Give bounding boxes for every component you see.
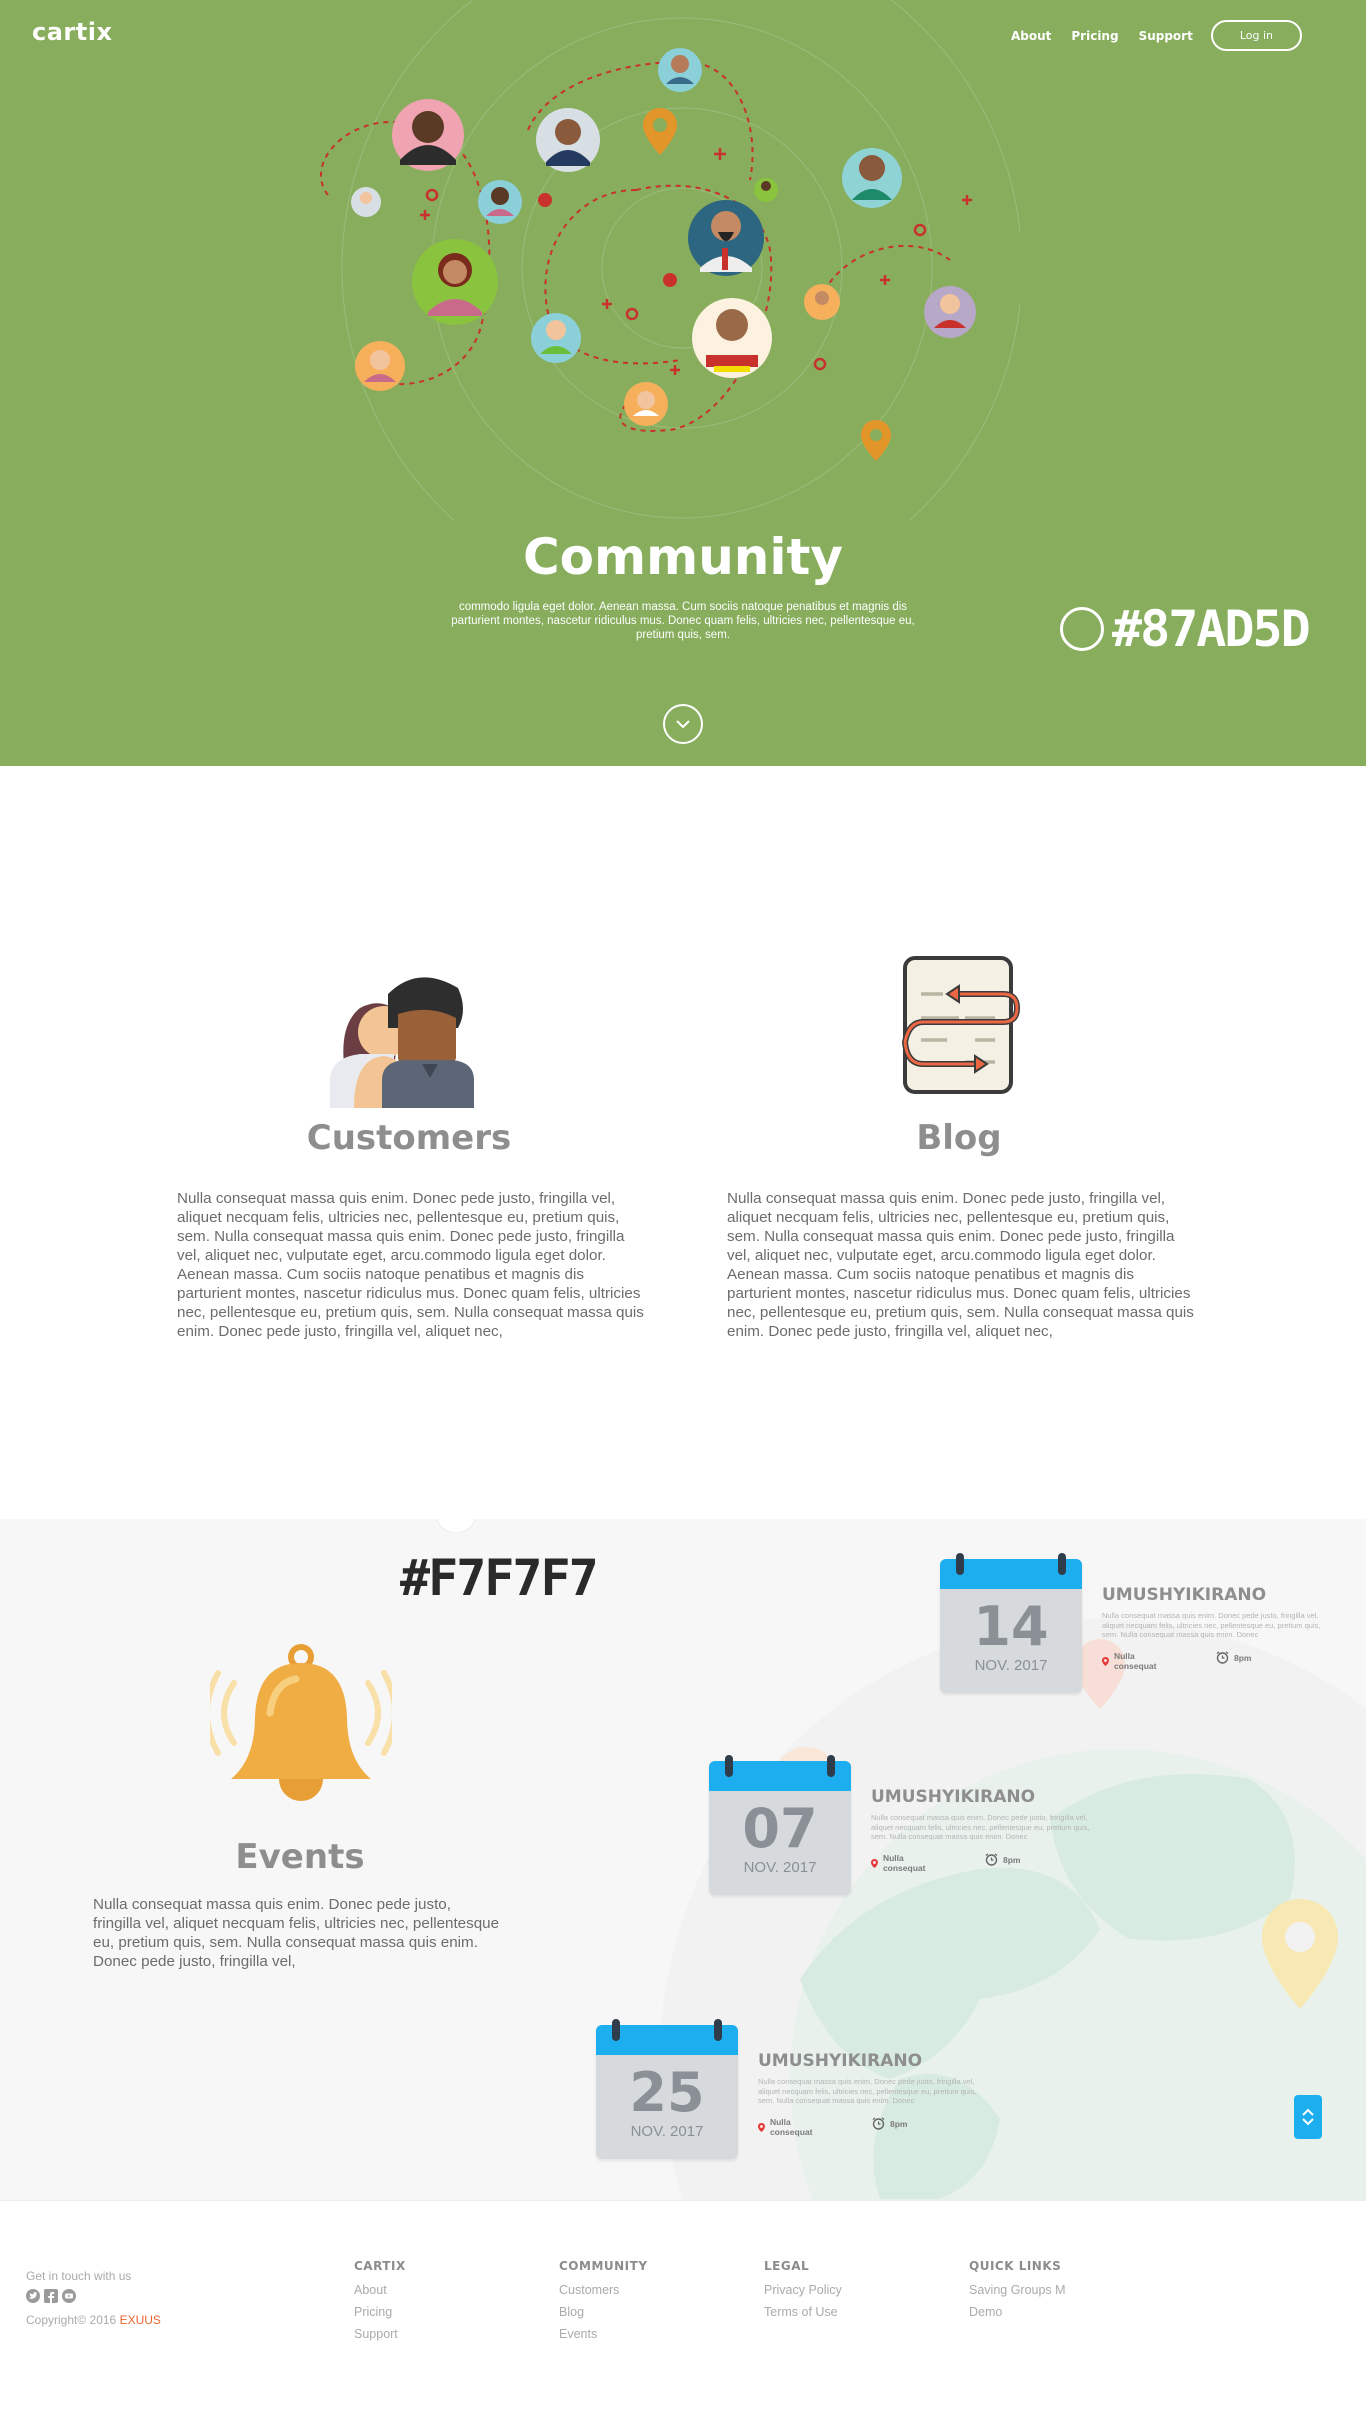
hero-subtitle: commodo ligula eget dolor. Aenean massa.… (451, 601, 915, 641)
bell-icon (210, 1644, 392, 1801)
login-button[interactable]: Log in (1210, 20, 1302, 51)
calendar-icon: 07 NOV. 2017 (709, 1761, 851, 1895)
chevron-down-icon (676, 720, 690, 729)
footer-link-saving-groups[interactable]: Saving Groups M (969, 2279, 1069, 2301)
events-text: Nulla consequat massa quis enim. Donec p… (93, 1896, 500, 1970)
footer: Get in touch with us Copyright© 2016 EXU… (0, 2200, 1366, 2418)
footer-link-demo[interactable]: Demo (969, 2301, 1069, 2323)
event-month: NOV. 2017 (630, 2123, 704, 2140)
footer-link-customers[interactable]: Customers (559, 2279, 669, 2301)
footer-column-legal: LEGAL Privacy Policy Terms of Use (764, 2259, 874, 2323)
youtube-icon[interactable] (62, 2289, 76, 2303)
footer-link-support[interactable]: Support (354, 2323, 464, 2345)
footer-link-events[interactable]: Events (559, 2323, 669, 2345)
events-section: #F7F7F7 Events Nulla consequat massa qui… (0, 1519, 1366, 2200)
map-pin-icon (1102, 1656, 1109, 1666)
alarm-clock-icon (872, 2117, 885, 2130)
copyright-brand-link[interactable]: EXUUS (120, 2313, 161, 2327)
alarm-clock-icon (1216, 1651, 1229, 1664)
cartix-logo[interactable]: cartix (32, 18, 112, 46)
footer-link-terms-of-use[interactable]: Terms of Use (764, 2301, 874, 2323)
copyright: Copyright© 2016 EXUUS (26, 2313, 161, 2327)
hero-section: cartix About Pricing Support Log in Comm… (0, 0, 1366, 766)
footer-link-about[interactable]: About (354, 2279, 464, 2301)
event-time: 8pm (872, 2117, 907, 2130)
blog-title: Blog (916, 1118, 1002, 1158)
event-description: Nulla consequat massa quis enim. Donec p… (1102, 1611, 1321, 1639)
event-time: 8pm (1216, 1651, 1251, 1664)
facebook-icon[interactable] (44, 2289, 58, 2303)
event-title[interactable]: UMUSHYIKIRANO (871, 1787, 1035, 1807)
contact-label: Get in touch with us (26, 2269, 132, 2283)
event-day: 14 (973, 1595, 1049, 1658)
events-title: Events (235, 1837, 365, 1877)
footer-column-community: COMMUNITY Customers Blog Events (559, 2259, 669, 2345)
hero-color-text: #87AD5D (1112, 600, 1311, 658)
blog-text: Nulla consequat massa quis enim. Donec p… (727, 1190, 1194, 1340)
twitter-icon[interactable] (26, 2289, 40, 2303)
event-time: 8pm (985, 1853, 1020, 1866)
customers-title: Customers (306, 1118, 512, 1158)
ring-icon (1060, 607, 1104, 651)
map-pin-icon (871, 1858, 878, 1868)
chevron-down-icon[interactable] (1301, 2117, 1315, 2127)
footer-link-pricing[interactable]: Pricing (354, 2301, 464, 2323)
event-location: Nulla consequat (1102, 1651, 1160, 1671)
event-title[interactable]: UMUSHYIKIRANO (758, 2051, 922, 2071)
customers-icon (330, 977, 474, 1108)
event-location: Nulla consequat (758, 2117, 816, 2137)
calendar-icon: 25 NOV. 2017 (596, 2025, 738, 2159)
calendar-icon: 14 NOV. 2017 (940, 1559, 1082, 1693)
event-title[interactable]: UMUSHYIKIRANO (1102, 1585, 1266, 1605)
community-network-illustration (320, 0, 1020, 520)
events-color-text: #F7F7F7 (400, 1549, 599, 1607)
event-day: 25 (629, 2061, 705, 2124)
nav-support-link[interactable]: Support (1139, 29, 1193, 43)
footer-link-blog[interactable]: Blog (559, 2301, 669, 2323)
customers-text: Nulla consequat massa quis enim. Donec p… (177, 1190, 644, 1340)
events-color-label: #F7F7F7 (400, 1549, 599, 1607)
blog-icon (901, 956, 1021, 1094)
event-description: Nulla consequat massa quis enim. Donec p… (758, 2077, 977, 2105)
avatar-group (351, 48, 976, 426)
event-month: NOV. 2017 (743, 1859, 817, 1876)
footer-column-cartix: CARTIX About Pricing Support (354, 2259, 464, 2345)
hero-title: Community (522, 528, 844, 586)
event-month: NOV. 2017 (974, 1657, 1048, 1674)
footer-column-quick-links: QUICK LINKS Saving Groups M Demo (969, 2259, 1069, 2323)
alarm-clock-icon (985, 1853, 998, 1866)
map-pin-icon (643, 108, 677, 155)
event-description: Nulla consequat massa quis enim. Donec p… (871, 1813, 1090, 1841)
map-pin-icon (758, 2122, 765, 2132)
social-links (26, 2289, 80, 2303)
event-day: 07 (742, 1797, 818, 1860)
main-nav: About Pricing Support Log in (991, 20, 1302, 51)
footer-link-privacy-policy[interactable]: Privacy Policy (764, 2279, 874, 2301)
hero-color-label: #87AD5D (1060, 600, 1311, 658)
event-location: Nulla consequat (871, 1853, 929, 1873)
nav-pricing-link[interactable]: Pricing (1071, 29, 1118, 43)
scroll-down-button[interactable] (663, 704, 703, 744)
chevron-up-icon[interactable] (1301, 2107, 1315, 2117)
scroll-buttons[interactable] (1294, 2095, 1322, 2139)
